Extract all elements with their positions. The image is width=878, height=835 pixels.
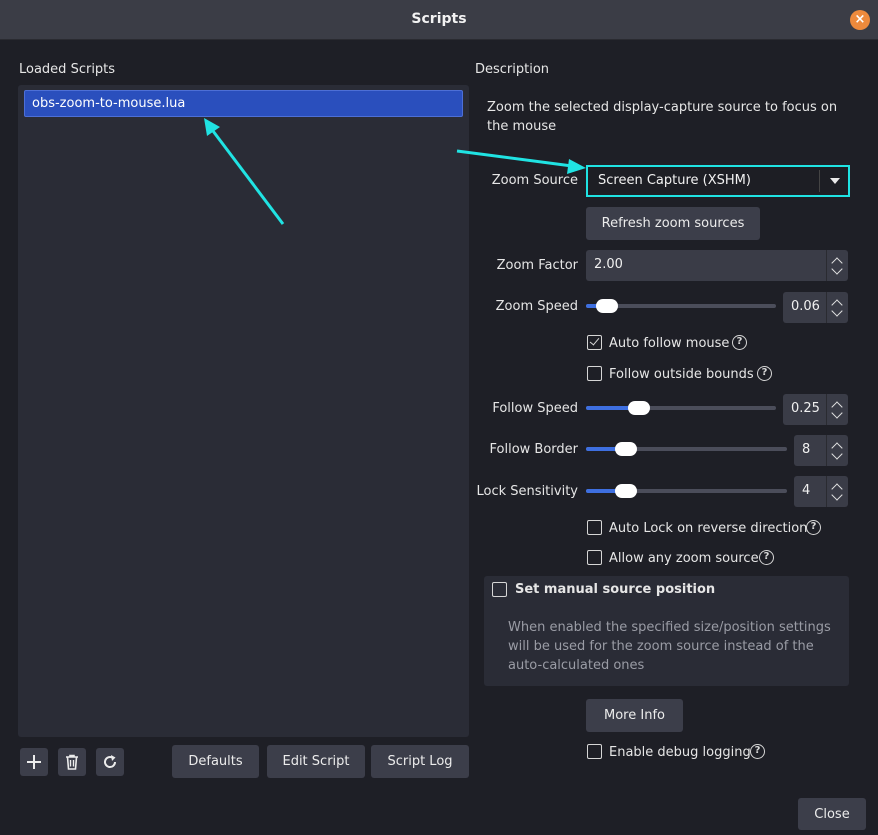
follow-outside-bounds-checkbox[interactable] <box>587 366 602 381</box>
zoom-source-label: Zoom Source <box>491 173 578 188</box>
slider-handle[interactable] <box>615 442 637 456</box>
follow-outside-bounds-label: Follow outside bounds <box>609 367 754 382</box>
zoom-source-value: Screen Capture (XSHM) <box>598 173 751 188</box>
arrowhead-icon <box>567 159 586 174</box>
follow-border-label: Follow Border <box>489 442 579 457</box>
title-bar: Scripts × <box>0 0 878 40</box>
auto-lock-reverse-checkbox[interactable] <box>587 520 602 535</box>
auto-lock-reverse-label: Auto Lock on reverse direction <box>609 521 808 536</box>
help-icon[interactable]: ? <box>750 744 765 759</box>
manual-position-label: Set manual source position <box>515 582 716 597</box>
edit-script-button[interactable]: Edit Script <box>267 745 365 778</box>
refresh-zoom-sources-button[interactable]: Refresh zoom sources <box>586 207 760 240</box>
help-icon[interactable]: ? <box>732 335 747 350</box>
window-close-icon[interactable]: × <box>850 10 870 30</box>
window-title: Scripts <box>411 11 467 27</box>
more-info-button[interactable]: More Info <box>586 699 683 732</box>
manual-position-note: When enabled the specified size/position… <box>508 620 831 673</box>
zoom-speed-slider[interactable] <box>586 299 776 313</box>
manual-position-checkbox[interactable] <box>492 582 507 597</box>
zoom-source-select[interactable]: Screen Capture (XSHM) <box>586 165 850 197</box>
auto-follow-mouse-label: Auto follow mouse <box>609 336 730 351</box>
follow-border-input[interactable]: 8 <box>794 435 848 466</box>
slider-handle[interactable] <box>596 299 618 313</box>
loaded-scripts-label: Loaded Scripts <box>19 62 116 77</box>
allow-any-zoom-source-label: Allow any zoom source <box>609 551 759 566</box>
annotation-arrow-to-source <box>456 149 573 168</box>
debug-logging-checkbox[interactable] <box>587 744 602 759</box>
lock-sensitivity-label: Lock Sensitivity <box>476 484 578 499</box>
debug-logging-label: Enable debug logging <box>609 745 751 760</box>
zoom-factor-value: 2.00 <box>594 257 623 272</box>
lock-sensitivity-stepper[interactable] <box>826 476 848 507</box>
description-label: Description <box>475 62 550 77</box>
zoom-factor-stepper[interactable] <box>826 250 848 281</box>
help-icon[interactable]: ? <box>806 520 821 535</box>
follow-border-value: 8 <box>802 442 811 457</box>
script-description: Zoom the selected display-capture source… <box>487 100 838 134</box>
scripts-list[interactable]: obs-zoom-to-mouse.lua <box>18 85 469 737</box>
select-divider <box>819 170 820 192</box>
slider-handle[interactable] <box>628 401 650 415</box>
chevron-down-icon <box>830 178 840 184</box>
follow-border-slider[interactable] <box>586 442 787 456</box>
remove-script-button[interactable] <box>58 748 86 776</box>
zoom-speed-value: 0.06 <box>791 299 820 314</box>
allow-any-zoom-source-checkbox[interactable] <box>587 550 602 565</box>
zoom-speed-stepper[interactable] <box>826 292 848 323</box>
reload-icon <box>104 755 117 768</box>
follow-speed-slider[interactable] <box>586 401 776 415</box>
lock-sensitivity-slider[interactable] <box>586 484 787 498</box>
zoom-speed-input[interactable]: 0.06 <box>783 292 848 323</box>
close-button[interactable]: Close <box>798 798 866 830</box>
plus-icon <box>27 755 41 769</box>
zoom-speed-label: Zoom Speed <box>495 299 578 314</box>
defaults-button[interactable]: Defaults <box>172 745 259 778</box>
lock-sensitivity-input[interactable]: 4 <box>794 476 848 507</box>
zoom-factor-input[interactable]: 2.00 <box>586 250 848 281</box>
follow-speed-stepper[interactable] <box>826 394 848 425</box>
auto-follow-mouse-checkbox[interactable] <box>587 335 602 350</box>
follow-speed-label: Follow Speed <box>492 401 578 416</box>
follow-border-stepper[interactable] <box>826 435 848 466</box>
slider-handle[interactable] <box>615 484 637 498</box>
zoom-factor-label: Zoom Factor <box>496 258 578 273</box>
lock-sensitivity-value: 4 <box>802 483 811 498</box>
list-item[interactable]: obs-zoom-to-mouse.lua <box>24 90 463 117</box>
follow-speed-input[interactable]: 0.25 <box>783 394 848 425</box>
add-script-button[interactable] <box>20 748 48 776</box>
reload-script-button[interactable] <box>96 748 124 776</box>
help-icon[interactable]: ? <box>759 550 774 565</box>
script-log-button[interactable]: Script Log <box>371 745 469 778</box>
trash-icon <box>66 754 78 770</box>
follow-speed-value: 0.25 <box>791 401 820 416</box>
help-icon[interactable]: ? <box>757 366 772 381</box>
